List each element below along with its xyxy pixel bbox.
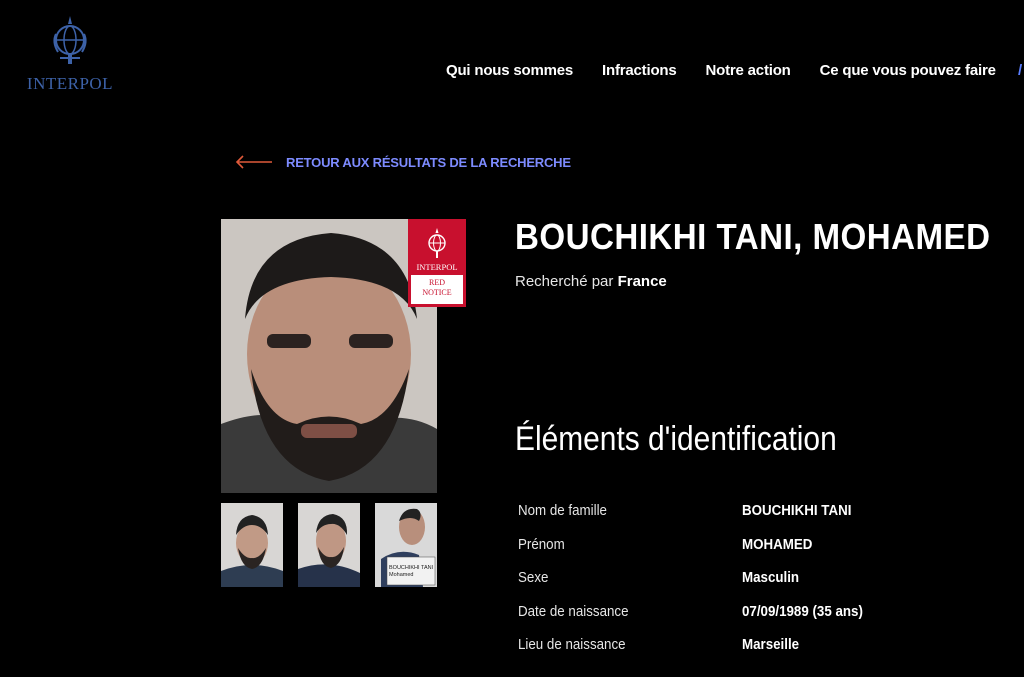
badge-type-line1: RED — [429, 278, 445, 287]
field-value: Masculin — [742, 570, 800, 586]
field-label: Lieu de naissance — [518, 637, 626, 653]
logo-text: INTERPOL — [26, 74, 114, 93]
main-photo[interactable] — [221, 219, 437, 493]
interpol-logo[interactable]: INTERPOL — [22, 8, 118, 98]
thumbnail-three-quarter-image — [298, 503, 360, 587]
interpol-badge-icon — [428, 228, 446, 258]
field-label: Date de naissance — [518, 603, 629, 620]
nav-item-notre-action[interactable]: Notre action — [706, 62, 791, 79]
suspect-portrait — [221, 219, 437, 493]
person-name: BOUCHIKHI TANI, MOHAMED — [515, 216, 991, 257]
thumbnail-front-image — [221, 503, 283, 587]
red-notice-badge: INTERPOL RED NOTICE — [408, 219, 466, 307]
badge-type-text: RED NOTICE — [411, 278, 463, 298]
badge-type-line2: NOTICE — [422, 288, 452, 297]
field-value: 07/09/1989 (35 ans) — [742, 603, 863, 620]
arrow-left-icon — [235, 155, 272, 169]
thumbnail-front[interactable] — [221, 503, 283, 587]
wanted-by-prefix: Recherché par — [515, 273, 614, 290]
placard-line1: BOUCHIKHI TANI — [389, 565, 434, 571]
nav-overflow-item[interactable]: / — [1018, 62, 1024, 80]
field-value: MOHAMED — [742, 536, 813, 553]
badge-org-text: INTERPOL — [416, 262, 458, 272]
thumbnail-profile[interactable]: BOUCHIKHI TANI Mohamed — [375, 503, 437, 587]
field-label: Prénom — [518, 536, 565, 553]
field-value: Marseille — [742, 637, 800, 653]
field-label: Sexe — [518, 570, 549, 586]
thumbnail-placard-text: BOUCHIKHI TANI Mohamed — [389, 565, 435, 579]
field-value: BOUCHIKHI TANI — [742, 503, 852, 519]
interpol-globe-icon — [53, 16, 87, 64]
nav-item-infractions[interactable]: Infractions — [602, 62, 677, 79]
wanted-by-country: France — [617, 273, 667, 290]
back-link-label: RETOUR AUX RÉSULTATS DE LA RECHERCHE — [286, 154, 571, 170]
badge-label-box: RED NOTICE — [411, 275, 463, 304]
back-to-results-link[interactable]: RETOUR AUX RÉSULTATS DE LA RECHERCHE — [234, 154, 571, 170]
nav-item-ce-que-vous-pouvez-faire[interactable]: Ce que vous pouvez faire — [820, 62, 996, 79]
thumbnail-three-quarter[interactable] — [298, 503, 360, 587]
identification-section-title: Éléments d'identification — [515, 420, 837, 458]
field-label: Nom de famille — [518, 503, 607, 519]
wanted-by: Recherché par France — [515, 273, 667, 290]
nav-item-qui-nous-sommes[interactable]: Qui nous sommes — [446, 62, 573, 79]
main-nav: Qui nous sommes Infractions Notre action… — [446, 62, 996, 79]
placard-line2: Mohamed — [389, 572, 414, 578]
